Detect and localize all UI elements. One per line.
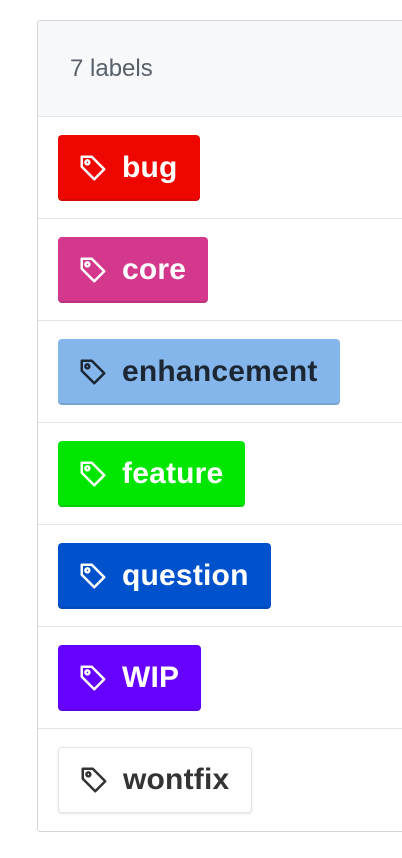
label-name: question: [122, 558, 249, 592]
label-bug[interactable]: bug: [58, 134, 200, 201]
labels-list: 7 labels bug core enhancement feature questi…: [37, 20, 402, 832]
label-row: WIP: [38, 626, 402, 728]
tag-icon: [79, 765, 109, 795]
labels-list-header: 7 labels: [38, 21, 402, 117]
label-row: wontfix: [38, 728, 402, 830]
label-row: core: [38, 218, 402, 320]
label-row: bug: [38, 117, 402, 218]
labels-count: 7 labels: [70, 54, 153, 82]
tag-icon: [78, 561, 108, 591]
labels-rows: bug core enhancement feature question WIP wont…: [38, 117, 402, 830]
label-enhancement[interactable]: enhancement: [58, 338, 340, 405]
label-wontfix[interactable]: wontfix: [58, 746, 253, 813]
tag-icon: [78, 255, 108, 285]
label-name: feature: [122, 456, 224, 490]
label-name: wontfix: [123, 762, 230, 796]
tag-icon: [78, 459, 108, 489]
tag-icon: [78, 153, 108, 183]
label-row: enhancement: [38, 320, 402, 422]
label-core[interactable]: core: [58, 236, 209, 303]
label-row: feature: [38, 422, 402, 524]
tag-icon: [78, 357, 108, 387]
label-name: bug: [122, 150, 178, 184]
tag-icon: [78, 663, 108, 693]
label-name: enhancement: [122, 354, 318, 388]
label-feature[interactable]: feature: [58, 440, 246, 507]
label-name: WIP: [122, 660, 180, 694]
label-wip[interactable]: WIP: [58, 644, 202, 711]
label-name: core: [122, 252, 187, 286]
label-row: question: [38, 524, 402, 626]
label-question[interactable]: question: [58, 542, 271, 609]
